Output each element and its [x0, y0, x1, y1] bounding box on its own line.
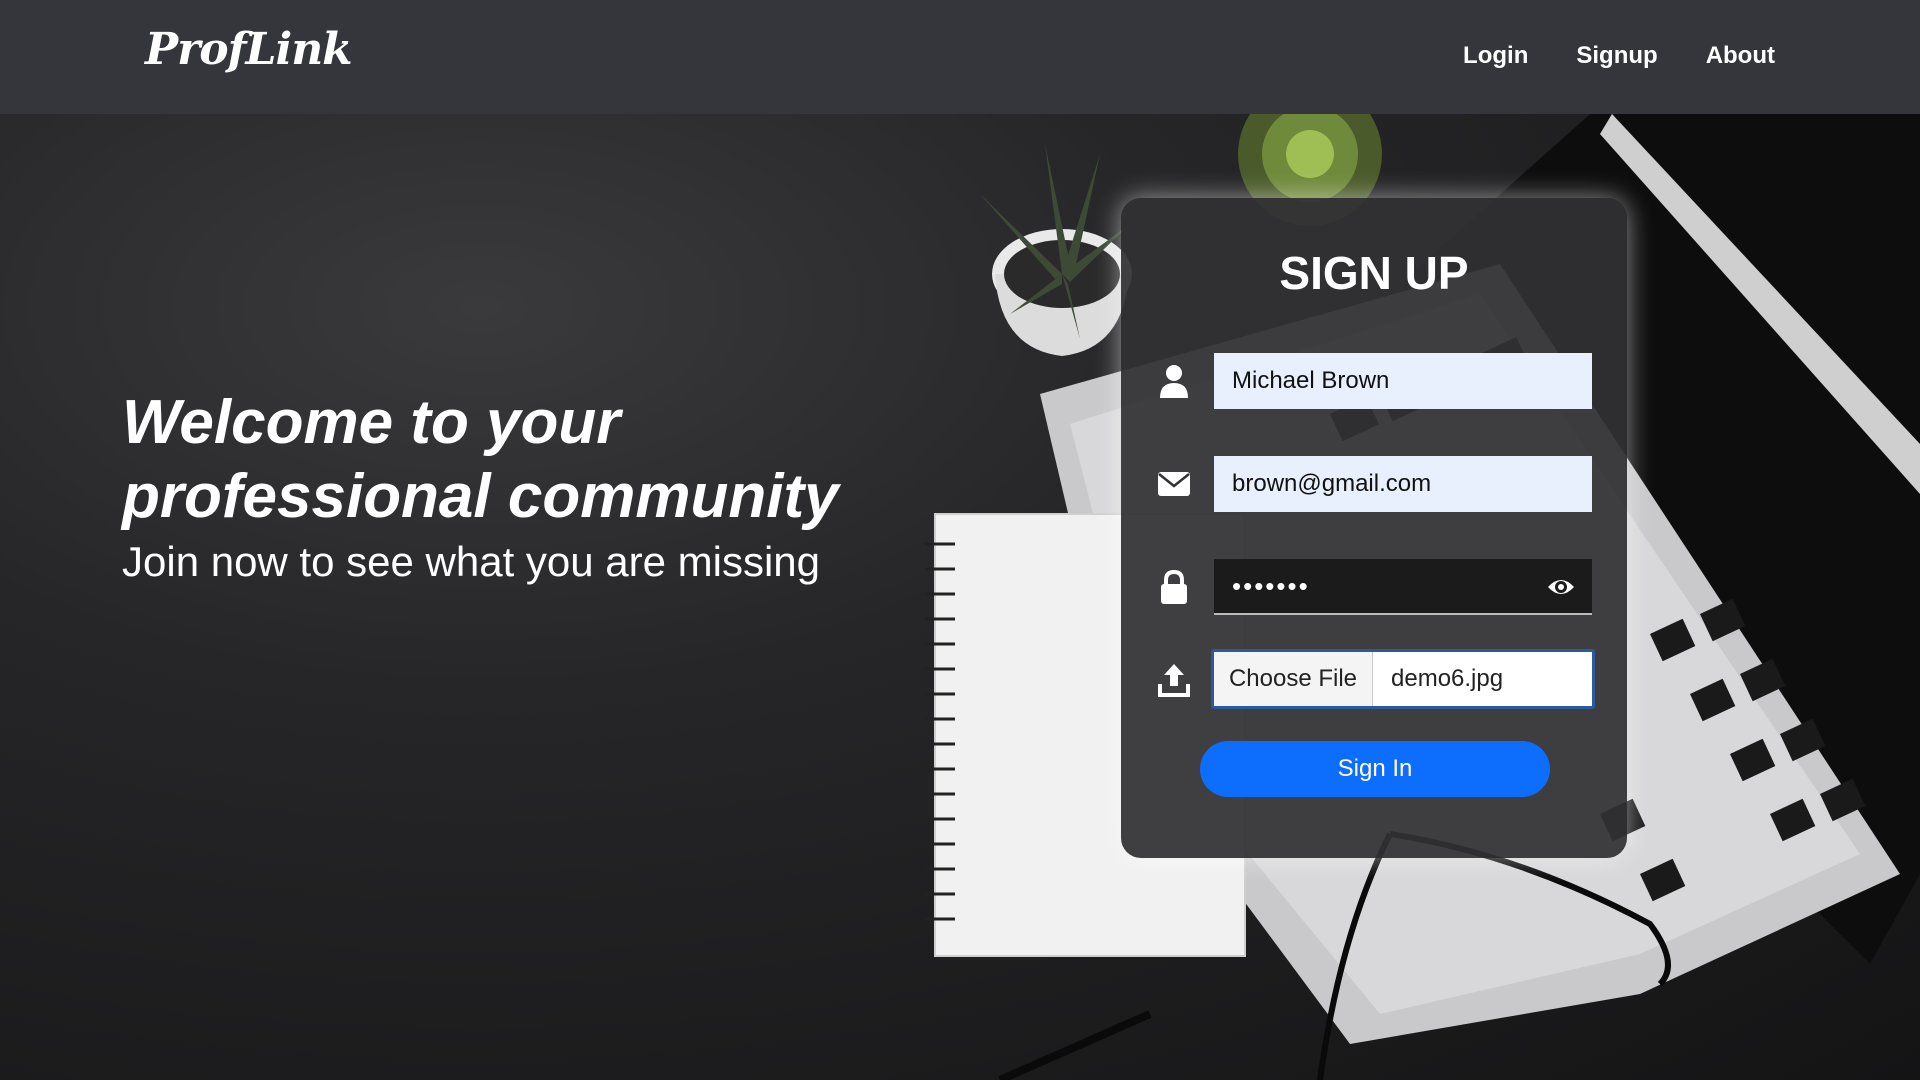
name-row — [1121, 353, 1627, 409]
nav-link-about[interactable]: About — [1706, 42, 1775, 70]
hero-subtitle: Join now to see what you are missing — [122, 538, 821, 585]
name-input[interactable] — [1214, 353, 1592, 409]
file-name-label: demo6.jpg — [1391, 665, 1504, 692]
email-row — [1121, 456, 1627, 512]
plant-image — [980, 144, 1132, 356]
password-input[interactable] — [1214, 559, 1592, 615]
lock-icon — [1157, 569, 1191, 605]
upload-icon — [1157, 662, 1191, 698]
envelope-icon — [1157, 466, 1191, 502]
nav-links: Login Signup About — [1463, 42, 1775, 70]
file-row: Choose File demo6.jpg — [1121, 649, 1627, 709]
hero-title: Welcome to your professional community — [122, 388, 839, 531]
signup-title: SIGN UP — [1279, 247, 1469, 299]
user-icon — [1157, 363, 1191, 399]
navbar: ProfLink Login Signup About — [0, 0, 1920, 114]
email-input[interactable] — [1214, 456, 1592, 512]
eye-icon[interactable] — [1546, 573, 1576, 601]
nav-link-login[interactable]: Login — [1463, 42, 1528, 70]
logo[interactable]: ProfLink — [145, 24, 353, 75]
background-desk-image — [925, 114, 1920, 1080]
file-input[interactable]: Choose File demo6.jpg — [1211, 649, 1595, 709]
sign-in-button[interactable]: Sign In — [1200, 741, 1550, 797]
nav-link-signup[interactable]: Signup — [1576, 42, 1657, 70]
choose-file-button[interactable]: Choose File — [1214, 652, 1373, 706]
signup-card: SIGN UP Michael Brown brown@gmail.com ••… — [1121, 198, 1627, 858]
pen-image — [998, 1010, 1152, 1080]
password-row — [1121, 559, 1627, 615]
hero-section: Welcome to your professional community J… — [0, 114, 1920, 1080]
